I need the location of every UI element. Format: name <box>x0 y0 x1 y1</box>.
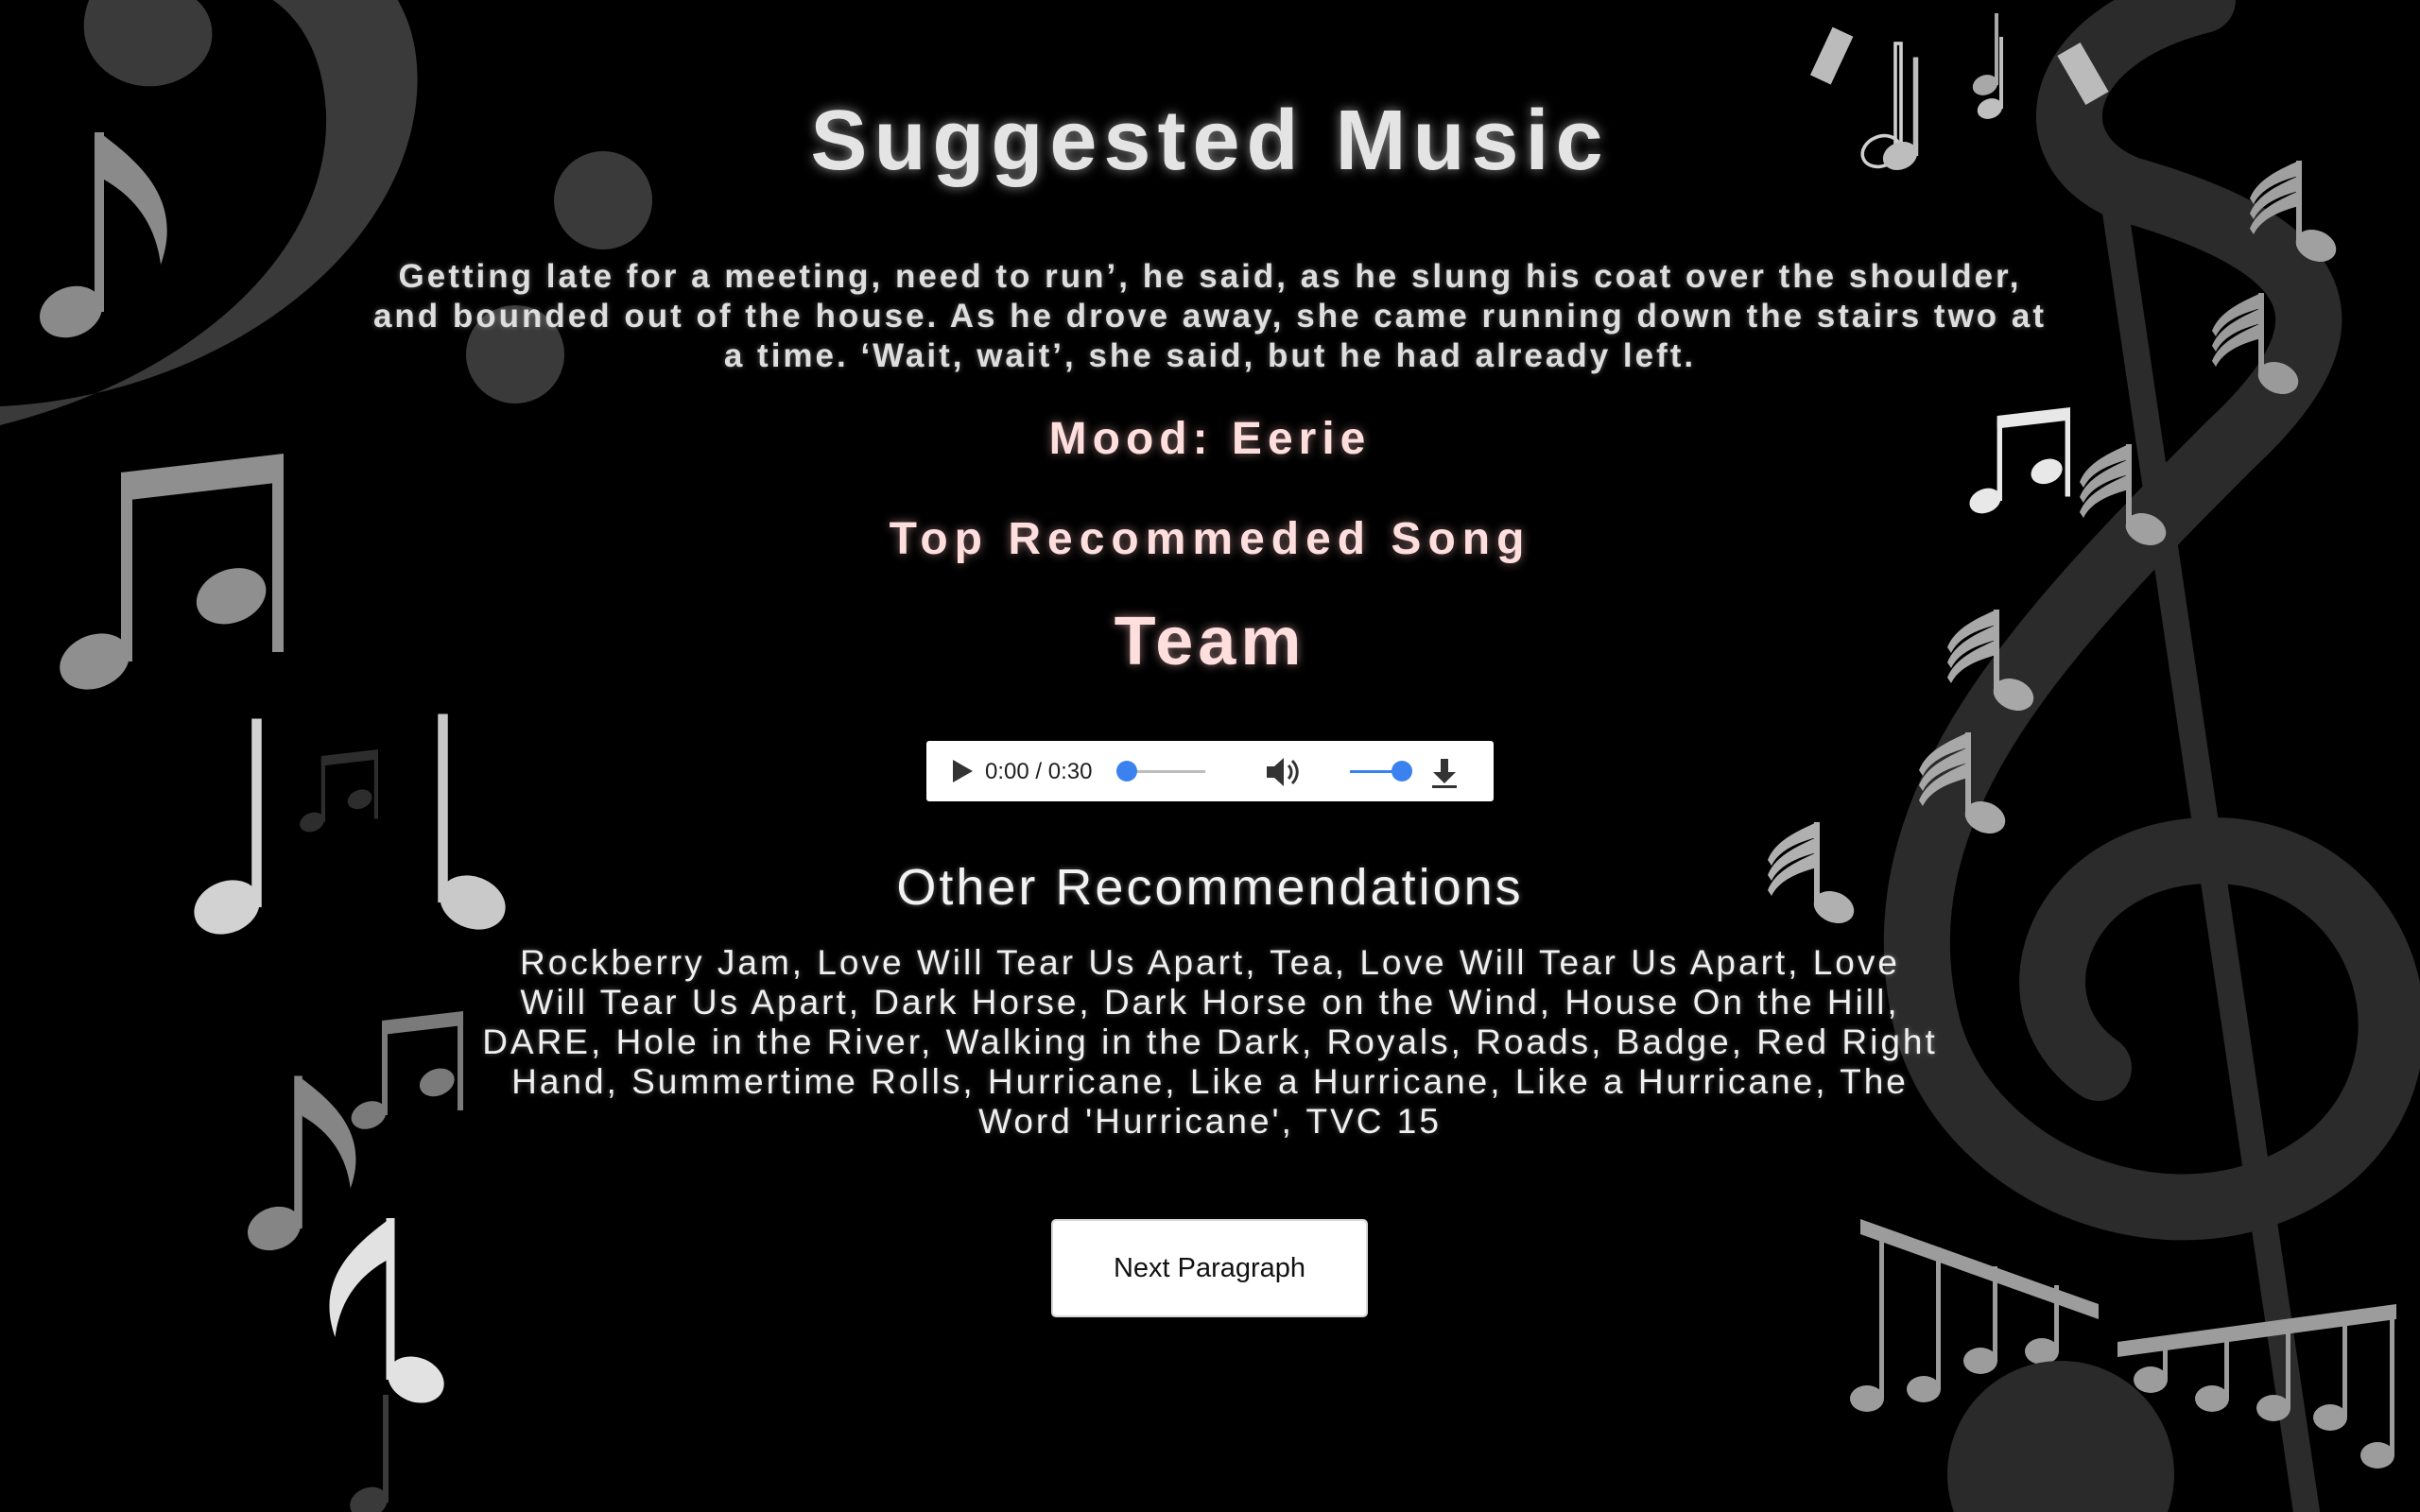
audio-time: 0:00 / 0:30 <box>985 759 1093 784</box>
page-title: Suggested Music <box>810 94 1610 188</box>
next-paragraph-button[interactable]: Next Paragraph <box>1051 1219 1368 1317</box>
download-icon[interactable] <box>1427 756 1461 790</box>
mood-label: Mood: Eerie <box>1048 414 1372 464</box>
main-content: Suggested Music Getting late for a meeti… <box>0 0 2420 1512</box>
audio-player[interactable]: 0:00 / 0:30 <box>926 741 1494 801</box>
progress-slider[interactable] <box>1116 761 1205 782</box>
volume-icon[interactable] <box>1265 756 1303 788</box>
play-icon[interactable] <box>947 757 976 785</box>
other-recommendations-heading: Other Recommendations <box>896 859 1524 916</box>
top-song-heading: Top Recommeded Song <box>889 514 1531 564</box>
volume-slider[interactable] <box>1350 761 1412 782</box>
story-paragraph: Getting late for a meeting, need to run’… <box>372 258 2048 374</box>
top-song-title: Team <box>1114 604 1306 679</box>
other-recommendations-list: Rockberry Jam, Love Will Tear Us Apart, … <box>482 943 1938 1141</box>
